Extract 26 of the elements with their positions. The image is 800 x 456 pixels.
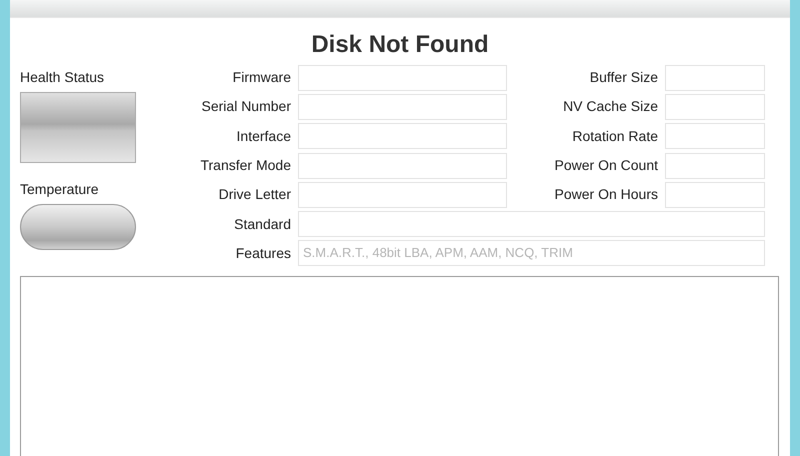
input-field[interactable]: [665, 182, 765, 208]
field-label: Power On Count: [554, 156, 658, 176]
field-label: Buffer Size: [588, 68, 658, 88]
health-status-label: Health Status: [20, 69, 104, 85]
input-field[interactable]: [665, 123, 765, 150]
input-field[interactable]: [298, 64, 507, 91]
input-field[interactable]: [298, 123, 507, 150]
temperature-label: Temperature: [20, 181, 99, 197]
input-field[interactable]: [665, 94, 765, 120]
field-label: Rotation Rate: [571, 126, 658, 146]
disk-title: Disk Not Found: [310, 30, 490, 60]
field-label: Transfer Mode: [199, 156, 291, 176]
field-label: Firmware: [232, 68, 291, 88]
input-field[interactable]: [298, 182, 507, 208]
field-label: Serial Number: [200, 97, 291, 116]
input-field[interactable]: [298, 94, 507, 120]
field-label: NV Cache Size: [562, 97, 658, 116]
input-field[interactable]: [298, 152, 507, 179]
field-label: Drive Letter: [218, 185, 291, 204]
field-label: Interface: [236, 126, 291, 146]
field-label: Standard: [233, 214, 291, 234]
field-label: Power On Hours: [554, 185, 658, 204]
input-field[interactable]: [665, 64, 765, 91]
field-label: Features: [234, 244, 291, 263]
input-field[interactable]: [665, 152, 765, 179]
input-field[interactable]: [298, 211, 765, 238]
